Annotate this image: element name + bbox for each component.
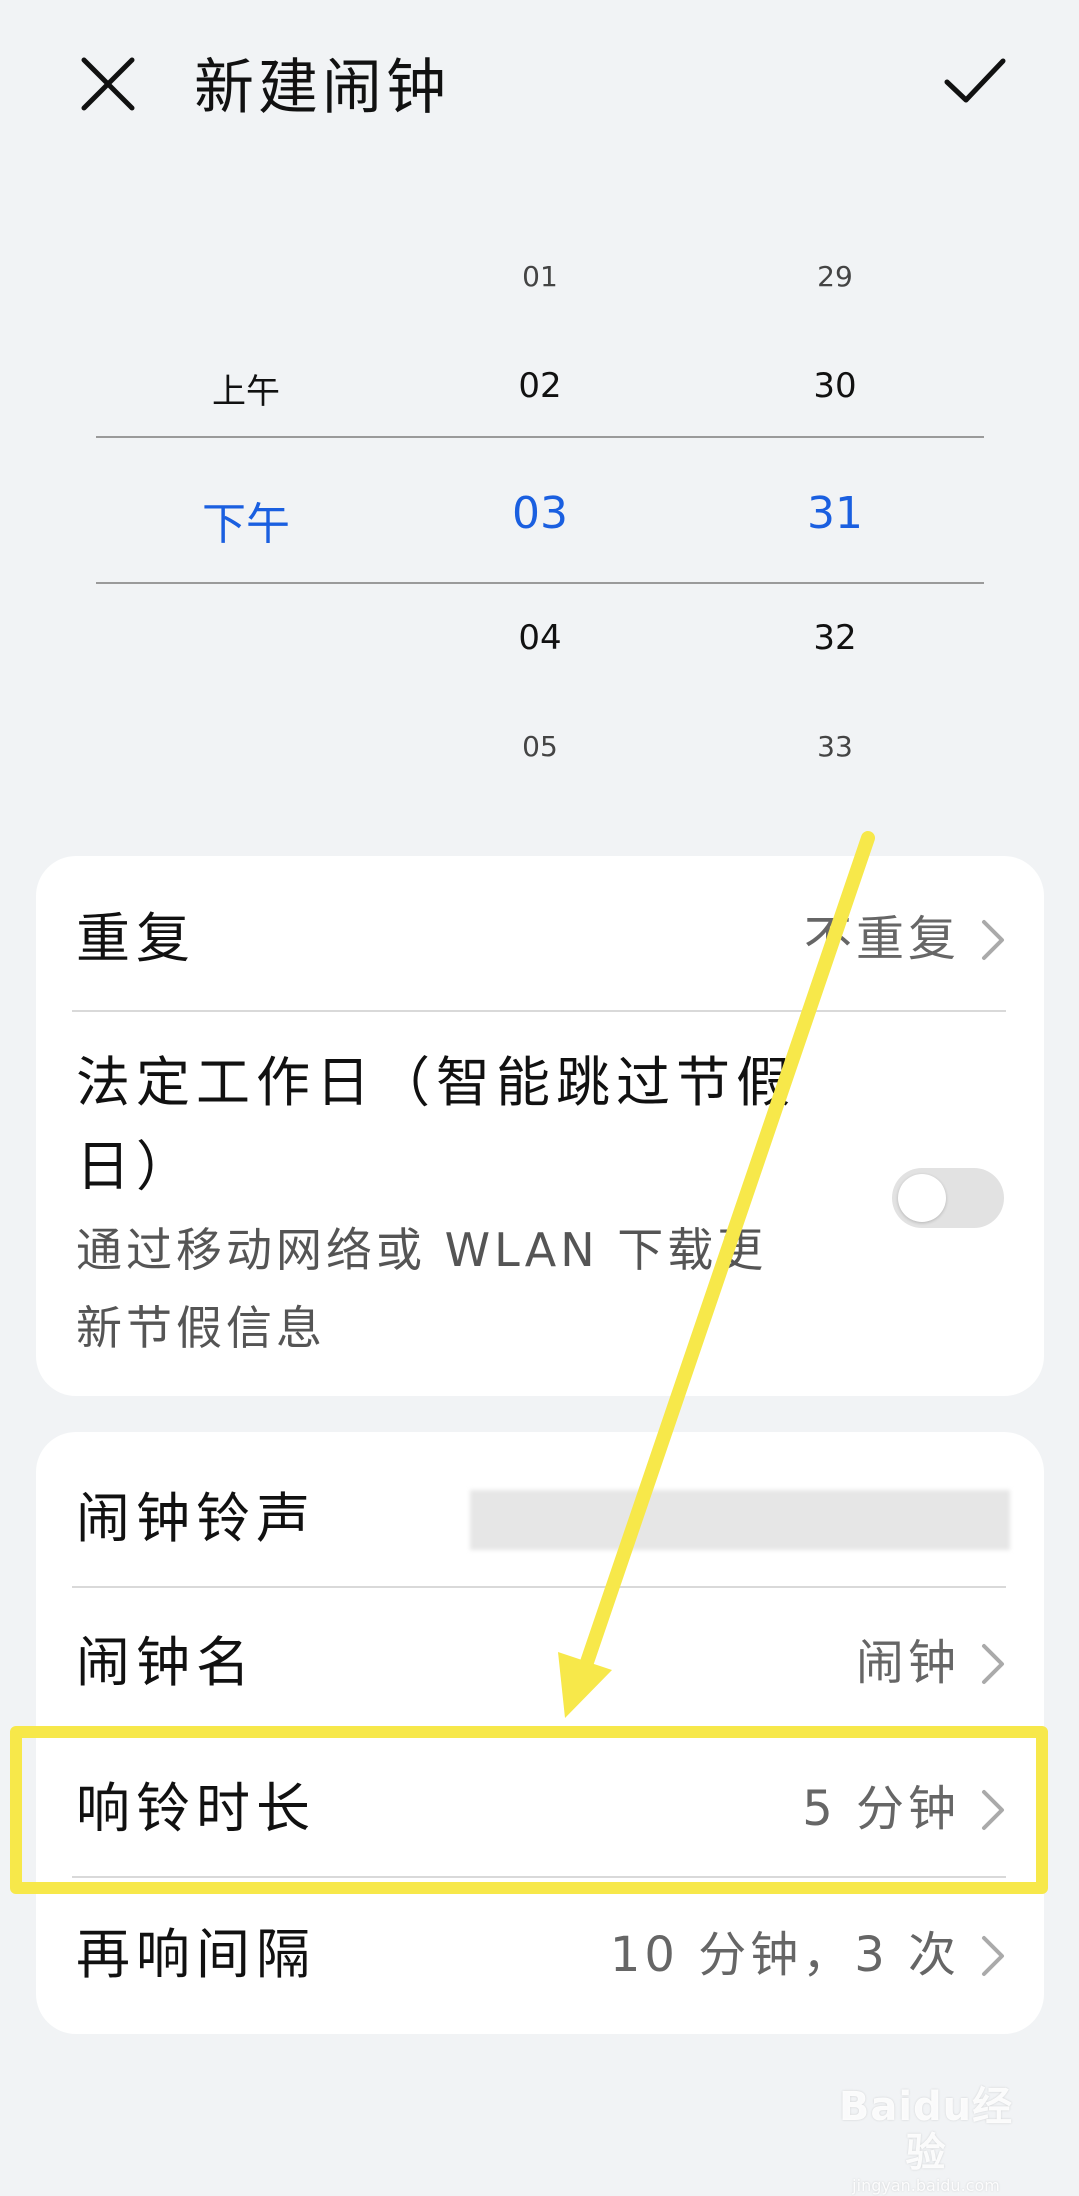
ampm-option[interactable]: 上午 bbox=[96, 364, 396, 413]
hour-option[interactable]: 02 bbox=[390, 366, 690, 406]
ampm-selected[interactable]: 下午 bbox=[96, 488, 396, 552]
workday-label-line2: 日） bbox=[76, 1135, 196, 1198]
repeat-value[interactable]: 不重复 bbox=[700, 904, 960, 974]
chevron-right-icon[interactable] bbox=[978, 916, 1008, 964]
ringtone-value-redacted[interactable] bbox=[470, 1490, 1010, 1550]
picker-selection-line-bottom bbox=[96, 582, 984, 584]
minute-option[interactable]: 32 bbox=[685, 618, 985, 658]
snooze-value[interactable]: 10 分钟，3 次 bbox=[560, 1920, 960, 1990]
repeat-label: 重复 bbox=[76, 907, 196, 970]
minute-selected[interactable]: 31 bbox=[685, 488, 985, 539]
minute-option[interactable]: 29 bbox=[685, 260, 985, 293]
highlight-box bbox=[10, 1726, 1048, 1894]
hour-option[interactable]: 05 bbox=[390, 730, 690, 763]
workday-toggle[interactable] bbox=[892, 1168, 1004, 1228]
workday-description-line2: 新节假信息 bbox=[76, 1301, 326, 1355]
minute-option[interactable]: 33 bbox=[685, 730, 985, 763]
divider bbox=[72, 1010, 1006, 1012]
picker-selection-line-top bbox=[96, 436, 984, 438]
time-picker[interactable]: 上午 下午 01 02 03 04 05 29 30 31 32 33 bbox=[0, 230, 1079, 790]
watermark-url: jingyan.baidu.com bbox=[852, 2176, 1000, 2195]
ringtone-label: 闹钟铃声 bbox=[76, 1487, 316, 1550]
workday-label-line1: 法定工作日（智能跳过节假 bbox=[76, 1051, 796, 1114]
page-title: 新建闹钟 bbox=[194, 53, 450, 123]
chevron-right-icon[interactable] bbox=[978, 1932, 1008, 1980]
chevron-right-icon[interactable] bbox=[978, 1640, 1008, 1688]
minute-option[interactable]: 30 bbox=[685, 366, 985, 406]
divider bbox=[72, 1586, 1006, 1588]
workday-description-line1: 通过移动网络或 WLAN 下载更 bbox=[76, 1223, 768, 1277]
close-icon[interactable] bbox=[80, 56, 136, 112]
hour-option[interactable]: 01 bbox=[390, 260, 690, 293]
snooze-label: 再响间隔 bbox=[76, 1923, 316, 1986]
toggle-knob bbox=[898, 1174, 946, 1222]
check-icon[interactable] bbox=[944, 56, 1006, 106]
alarm-name-label: 闹钟名 bbox=[76, 1631, 256, 1694]
hour-option[interactable]: 04 bbox=[390, 618, 690, 658]
watermark-logo: Baidu经验 bbox=[838, 2084, 1014, 2176]
watermark: Baidu经验 jingyan.baidu.com bbox=[826, 2084, 1026, 2196]
alarm-name-value[interactable]: 闹钟 bbox=[700, 1628, 960, 1698]
hour-selected[interactable]: 03 bbox=[390, 488, 690, 539]
